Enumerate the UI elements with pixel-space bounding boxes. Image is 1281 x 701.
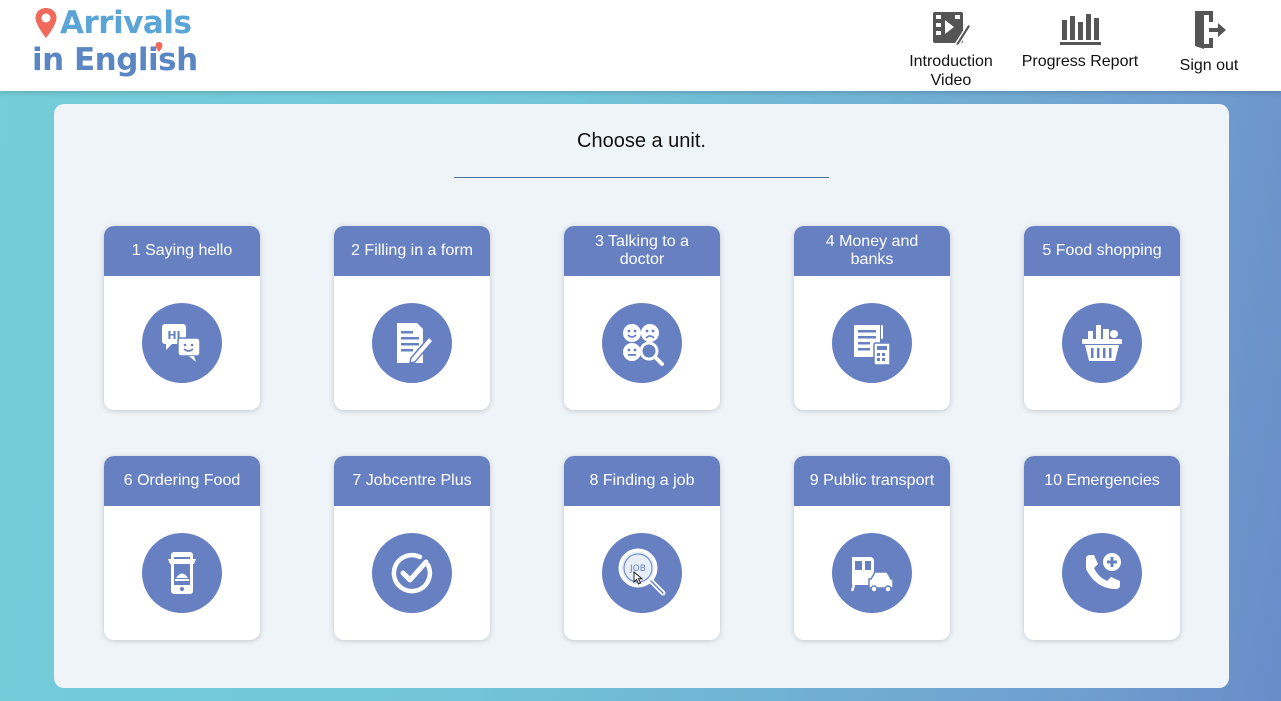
sign-out-button[interactable]: Sign out — [1170, 8, 1248, 75]
progress-report-button[interactable]: Progress Report — [1015, 8, 1145, 71]
unit-card-4[interactable]: 4 Money and banks — [794, 226, 950, 410]
exit-door-icon — [1195, 11, 1226, 49]
unit-card-title: 9 Public transport — [794, 456, 950, 506]
bar-chart-icon — [1060, 14, 1101, 45]
unit-panel: Choose a unit. 1 Saying hello HI 2 Filli… — [54, 104, 1229, 688]
phone-food-icon — [142, 533, 222, 613]
speech-bubbles-icon: HI — [142, 303, 222, 383]
unit-card-title: 3 Talking to a doctor — [564, 226, 720, 276]
unit-card-title: 4 Money and banks — [794, 226, 950, 276]
logo[interactable]: Arrivals in English — [32, 5, 212, 85]
unit-card-title: 7 Jobcentre Plus — [334, 456, 490, 506]
unit-card-title: 1 Saying hello — [104, 226, 260, 276]
unit-card-6[interactable]: 6 Ordering Food — [104, 456, 260, 640]
unit-card-10[interactable]: 10 Emergencies — [1024, 456, 1180, 640]
intro-video-label: Introduction Video — [909, 53, 993, 89]
shopping-basket-icon — [1062, 303, 1142, 383]
unit-card-3[interactable]: 3 Talking to a doctor — [564, 226, 720, 410]
train-car-icon — [832, 533, 912, 613]
unit-card-5[interactable]: 5 Food shopping — [1024, 226, 1180, 410]
unit-card-2[interactable]: 2 Filling in a form — [334, 226, 490, 410]
top-bar: Arrivals in English Introduction Video P… — [0, 0, 1281, 91]
unit-card-1[interactable]: 1 Saying hello HI — [104, 226, 260, 410]
intro-video-button[interactable]: Introduction Video — [903, 8, 999, 90]
faces-magnifier-icon — [602, 303, 682, 383]
logo-text-line1: Arrivals — [60, 5, 192, 41]
check-circle-icon — [372, 533, 452, 613]
progress-report-label: Progress Report — [1021, 53, 1139, 70]
unit-card-title: 8 Finding a job — [564, 456, 720, 506]
unit-card-title: 2 Filling in a form — [334, 226, 490, 276]
logo-text-line2: in English — [32, 42, 198, 78]
unit-card-7[interactable]: 7 Jobcentre Plus — [334, 456, 490, 640]
job-search-icon: JOB — [602, 533, 682, 613]
location-pin-icon — [35, 8, 57, 38]
phone-plus-icon — [1062, 533, 1142, 613]
title-divider — [454, 177, 829, 178]
unit-card-title: 10 Emergencies — [1024, 456, 1180, 506]
sign-out-label: Sign out — [1179, 57, 1239, 74]
unit-card-8[interactable]: 8 Finding a job JOB — [564, 456, 720, 640]
page-title: Choose a unit. — [577, 130, 706, 152]
logo-pin-dot-icon — [155, 42, 163, 52]
svg-text:JOB: JOB — [629, 564, 646, 574]
document-calculator-icon — [832, 303, 912, 383]
unit-card-9[interactable]: 9 Public transport — [794, 456, 950, 640]
form-pencil-icon — [372, 303, 452, 383]
video-edit-icon — [933, 12, 972, 48]
unit-card-title: 6 Ordering Food — [104, 456, 260, 506]
unit-card-title: 5 Food shopping — [1024, 226, 1180, 276]
